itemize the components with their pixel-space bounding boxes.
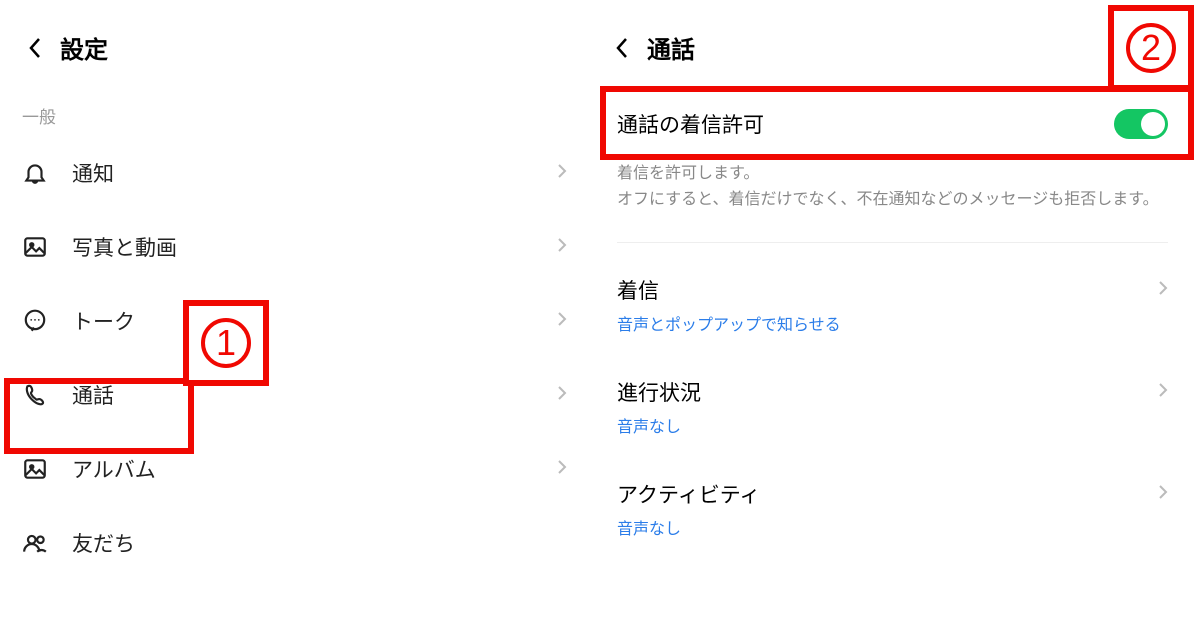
chevron-right-icon bbox=[557, 163, 567, 184]
row-label: アクティビティ bbox=[617, 479, 1158, 509]
sidebar-item-photos-videos[interactable]: 写真と動画 bbox=[0, 210, 595, 284]
row-label: 写真と動画 bbox=[72, 232, 557, 262]
row-label: 友だち bbox=[72, 528, 567, 558]
image-icon bbox=[22, 456, 48, 482]
toggle-description: 着信を許可します。 オフにすると、着信だけでなく、不在通知などのメッセージも拒否… bbox=[595, 161, 1190, 232]
page-title: 通話 bbox=[647, 30, 695, 65]
row-label: アルバム bbox=[72, 454, 557, 484]
sidebar-item-call[interactable]: 通話 bbox=[0, 358, 595, 432]
call-settings-header: 通話 bbox=[595, 0, 1190, 85]
description-line1: 着信を許可します。 bbox=[617, 165, 759, 182]
chevron-right-icon bbox=[557, 311, 567, 332]
row-label: トーク bbox=[72, 306, 557, 336]
chevron-right-icon bbox=[1158, 382, 1168, 403]
row-label: 着信 bbox=[617, 275, 1158, 305]
back-icon[interactable] bbox=[28, 37, 42, 59]
allow-incoming-toggle-row: 通話の着信許可 bbox=[595, 85, 1190, 161]
chevron-right-icon bbox=[1158, 484, 1168, 505]
sidebar-item-friends[interactable]: 友だち bbox=[0, 506, 595, 580]
row-detail: 音声とポップアップで知らせる bbox=[595, 311, 1190, 355]
phone-icon bbox=[22, 382, 48, 408]
bell-icon bbox=[22, 160, 48, 186]
sidebar-item-notifications[interactable]: 通知 bbox=[0, 136, 595, 210]
sidebar-item-album[interactable]: アルバム bbox=[0, 432, 595, 506]
chevron-right-icon bbox=[1158, 280, 1168, 301]
image-icon bbox=[22, 234, 48, 260]
setting-row-incoming[interactable]: 着信 bbox=[595, 253, 1190, 311]
chevron-right-icon bbox=[557, 385, 567, 406]
row-label: 通話 bbox=[72, 380, 557, 410]
settings-pane: 設定 一般 通知 写真と動画 bbox=[0, 0, 595, 636]
sidebar-item-talk[interactable]: トーク bbox=[0, 284, 595, 358]
row-detail: 音声なし bbox=[595, 413, 1190, 457]
row-label: 進行状況 bbox=[617, 377, 1158, 407]
setting-row-activity[interactable]: アクティビティ bbox=[595, 457, 1190, 515]
back-icon[interactable] bbox=[615, 37, 629, 59]
chevron-right-icon bbox=[557, 459, 567, 480]
row-detail: 音声なし bbox=[595, 515, 1190, 559]
settings-header: 設定 bbox=[0, 0, 595, 85]
toggle-label: 通話の着信許可 bbox=[617, 109, 1114, 139]
description-line2: オフにすると、着信だけでなく、不在通知などのメッセージも拒否します。 bbox=[617, 191, 1159, 208]
divider bbox=[617, 242, 1168, 243]
page-title: 設定 bbox=[60, 30, 108, 65]
call-settings-pane: 通話 通話の着信許可 着信を許可します。 オフにすると、着信だけでなく、不在通知… bbox=[595, 0, 1200, 636]
friends-icon bbox=[22, 530, 48, 556]
row-label: 通知 bbox=[72, 158, 557, 188]
chat-icon bbox=[22, 308, 48, 334]
setting-row-progress[interactable]: 進行状況 bbox=[595, 355, 1190, 413]
chevron-right-icon bbox=[557, 237, 567, 258]
section-label-general: 一般 bbox=[0, 85, 595, 136]
allow-incoming-toggle[interactable] bbox=[1114, 109, 1168, 139]
